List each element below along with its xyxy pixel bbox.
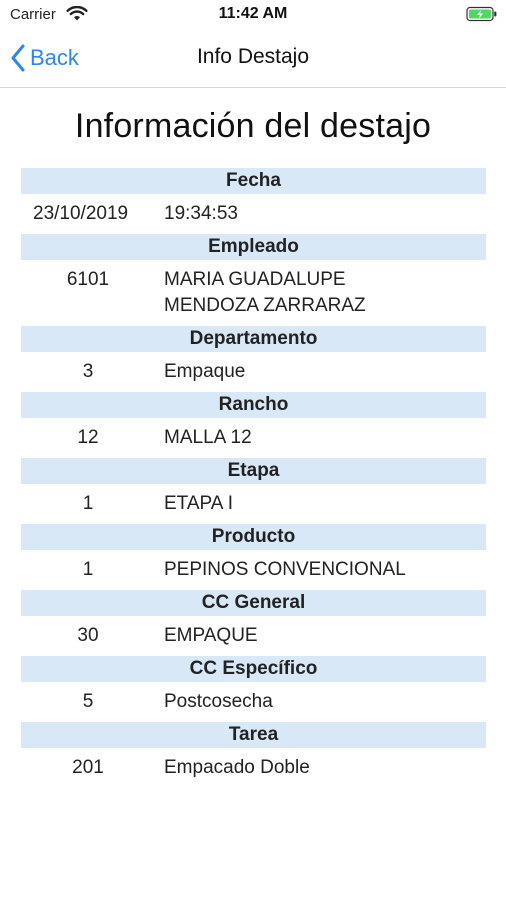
data-row-cc-general: 30 EMPAQUE (21, 616, 486, 656)
departamento-code: 3 (82, 361, 94, 382)
info-table: Fecha 23/10/2019 19:34:53 Empleado 6101 … (21, 168, 486, 788)
data-row-tarea: 201 Empacado Doble (21, 748, 486, 788)
empleado-code: 6101 (66, 269, 110, 290)
status-bar: Carrier 11:42 AM (0, 0, 506, 30)
cc-general-name: EMPAQUE (164, 625, 258, 646)
etapa-name: ETAPA I (164, 493, 233, 514)
data-row-cc-especifico: 5 Postcosecha (21, 682, 486, 722)
section-header-cc-especifico: CC Específico (21, 656, 486, 682)
section-header-cc-general: CC General (21, 590, 486, 616)
section-header-etapa: Etapa (21, 458, 486, 484)
cc-especifico-code: 5 (82, 691, 94, 712)
data-row-empleado: 6101 MARIA GUADALUPE MENDOZA ZARRARAZ (21, 260, 486, 326)
data-row-producto: 1 PEPINOS CONVENCIONAL (21, 550, 486, 590)
rancho-code: 12 (77, 427, 99, 448)
section-header-empleado: Empleado (21, 234, 486, 260)
rancho-name: MALLA 12 (164, 427, 252, 448)
cc-general-code: 30 (77, 625, 99, 646)
section-header-tarea: Tarea (21, 722, 486, 748)
fecha-date: 23/10/2019 (33, 203, 129, 224)
empleado-name: MARIA GUADALUPE MENDOZA ZARRARAZ (164, 269, 366, 316)
data-row-rancho: 12 MALLA 12 (21, 418, 486, 458)
battery-charging-icon (466, 6, 497, 22)
section-header-rancho: Rancho (21, 392, 486, 418)
data-row-etapa: 1 ETAPA I (21, 484, 486, 524)
navigation-bar: Back Info Destajo (0, 30, 506, 88)
cc-especifico-name: Postcosecha (164, 691, 273, 712)
producto-code: 1 (82, 559, 94, 580)
producto-name: PEPINOS CONVENCIONAL (164, 559, 406, 580)
data-row-fecha: 23/10/2019 19:34:53 (21, 194, 486, 234)
section-header-producto: Producto (21, 524, 486, 550)
page-title: Información del destajo (74, 107, 432, 145)
status-time: 11:42 AM (218, 5, 288, 22)
tarea-name: Empacado Doble (164, 757, 310, 778)
tarea-code: 201 (72, 757, 104, 778)
fecha-time: 19:34:53 (164, 203, 238, 224)
section-header-departamento: Departamento (21, 326, 486, 352)
nav-title: Info Destajo (196, 45, 310, 68)
departamento-name: Empaque (164, 361, 246, 382)
section-header-fecha: Fecha (21, 168, 486, 194)
data-row-departamento: 3 Empaque (21, 352, 486, 392)
etapa-code: 1 (82, 493, 94, 514)
